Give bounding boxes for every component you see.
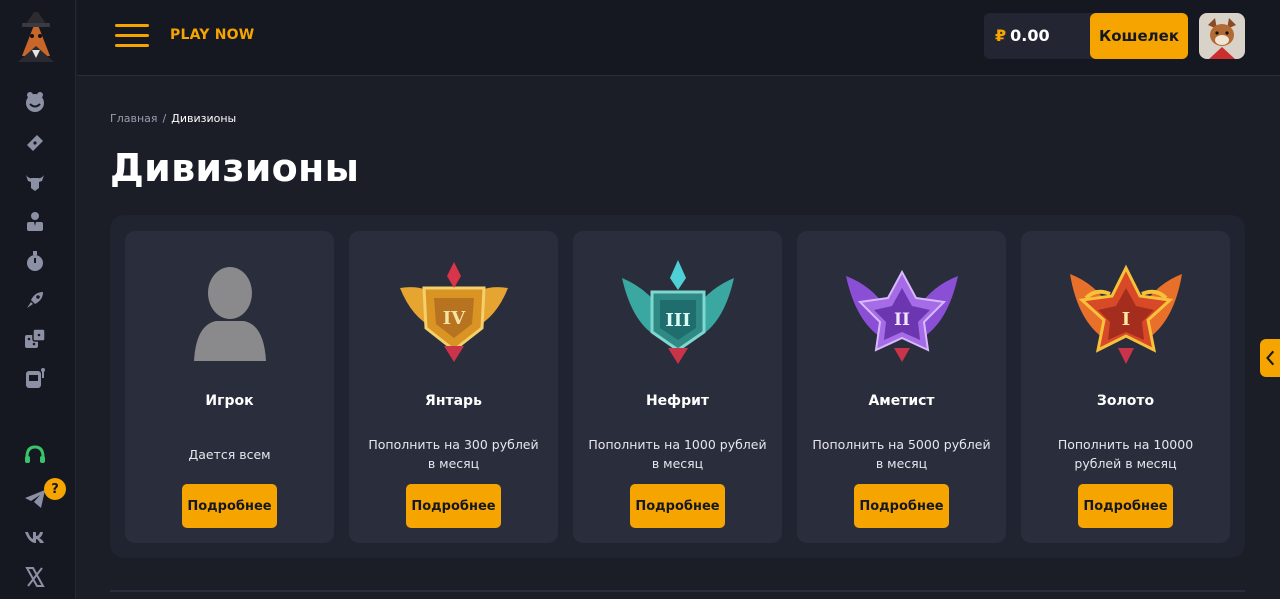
division-description: Пополнить на 1000 рублей в месяц [588, 437, 767, 471]
details-button[interactable]: Подробнее [630, 484, 725, 528]
division-numeral: III [665, 310, 690, 331]
division-name: Нефрит [645, 393, 710, 409]
details-button[interactable]: Подробнее [406, 484, 501, 528]
breadcrumb-current: Дивизионы [171, 112, 237, 125]
division-description: Дается всем [188, 446, 271, 462]
page-title: Дивизионы [110, 146, 360, 190]
details-button[interactable]: Подробнее [854, 484, 949, 528]
division-description: Пополнить на 5000 рублей в месяц [812, 437, 991, 471]
ticket-icon[interactable] [20, 128, 50, 158]
division-name: Игрок [205, 393, 254, 409]
support-icon[interactable] [20, 440, 50, 470]
balance-box: ₽0.00 Кошелек [984, 13, 1188, 59]
division-numeral: IV [442, 308, 465, 329]
bull-icon[interactable] [20, 167, 50, 197]
division-description: Пополнить на 300 рублей в месяц [368, 437, 539, 471]
help-badge[interactable]: ? [44, 478, 66, 500]
currency-symbol: ₽ [995, 26, 1007, 45]
division-numeral: II [894, 310, 910, 330]
x-icon[interactable] [20, 562, 50, 592]
player-icon[interactable] [20, 206, 50, 236]
jade-badge-icon: III [573, 253, 782, 373]
division-card: II Аметист Пополнить на 5000 рублей в ме… [797, 231, 1006, 543]
rocket-icon[interactable] [20, 285, 50, 315]
avatar[interactable] [1199, 13, 1245, 59]
slot-machine-icon[interactable] [20, 363, 50, 393]
division-name: Аметист [868, 393, 935, 409]
breadcrumb: Главная / Дивизионы [110, 112, 236, 125]
amethyst-badge-icon: II [797, 253, 1006, 373]
player-silhouette-icon [125, 253, 334, 373]
breadcrumb-separator: / [162, 112, 167, 125]
division-description: Пополнить на 10000 рублей в месяц [1057, 437, 1194, 471]
chevron-left-icon[interactable] [1260, 339, 1280, 377]
details-button[interactable]: Подробнее [182, 484, 277, 528]
balance-value: 0.00 [1010, 26, 1050, 45]
divisions-panel: Игрок Дается всем Подробнее IV Янтарь По… [110, 215, 1245, 558]
wallet-button[interactable]: Кошелек [1090, 13, 1188, 59]
amber-badge-icon: IV [349, 253, 558, 373]
division-name: Янтарь [425, 393, 482, 409]
smile-icon[interactable] [20, 88, 50, 118]
division-name: Золото [1096, 393, 1155, 409]
gold-badge-icon: I [1021, 253, 1230, 373]
division-card: III Нефрит Пополнить на 1000 рублей в ме… [573, 231, 782, 543]
play-now-link[interactable]: PLAY NOW [170, 27, 254, 43]
division-card: I Золото Пополнить на 10000 рублей в мес… [1021, 231, 1230, 543]
stopwatch-icon[interactable] [20, 246, 50, 276]
division-card: IV Янтарь Пополнить на 300 рублей в меся… [349, 231, 558, 543]
menu-icon[interactable] [115, 24, 149, 48]
division-card: Игрок Дается всем Подробнее [125, 231, 334, 543]
vk-icon[interactable] [20, 522, 50, 552]
dice-icon[interactable] [20, 324, 50, 354]
details-button[interactable]: Подробнее [1078, 484, 1173, 528]
sidebar: ? [0, 0, 76, 599]
balance: ₽0.00 [995, 26, 1050, 45]
divider [110, 590, 1245, 592]
division-numeral: I [1121, 309, 1129, 330]
header: PLAY NOW ₽0.00 Кошелек [77, 0, 1280, 76]
breadcrumb-home[interactable]: Главная [110, 112, 158, 125]
logo[interactable] [8, 6, 64, 64]
